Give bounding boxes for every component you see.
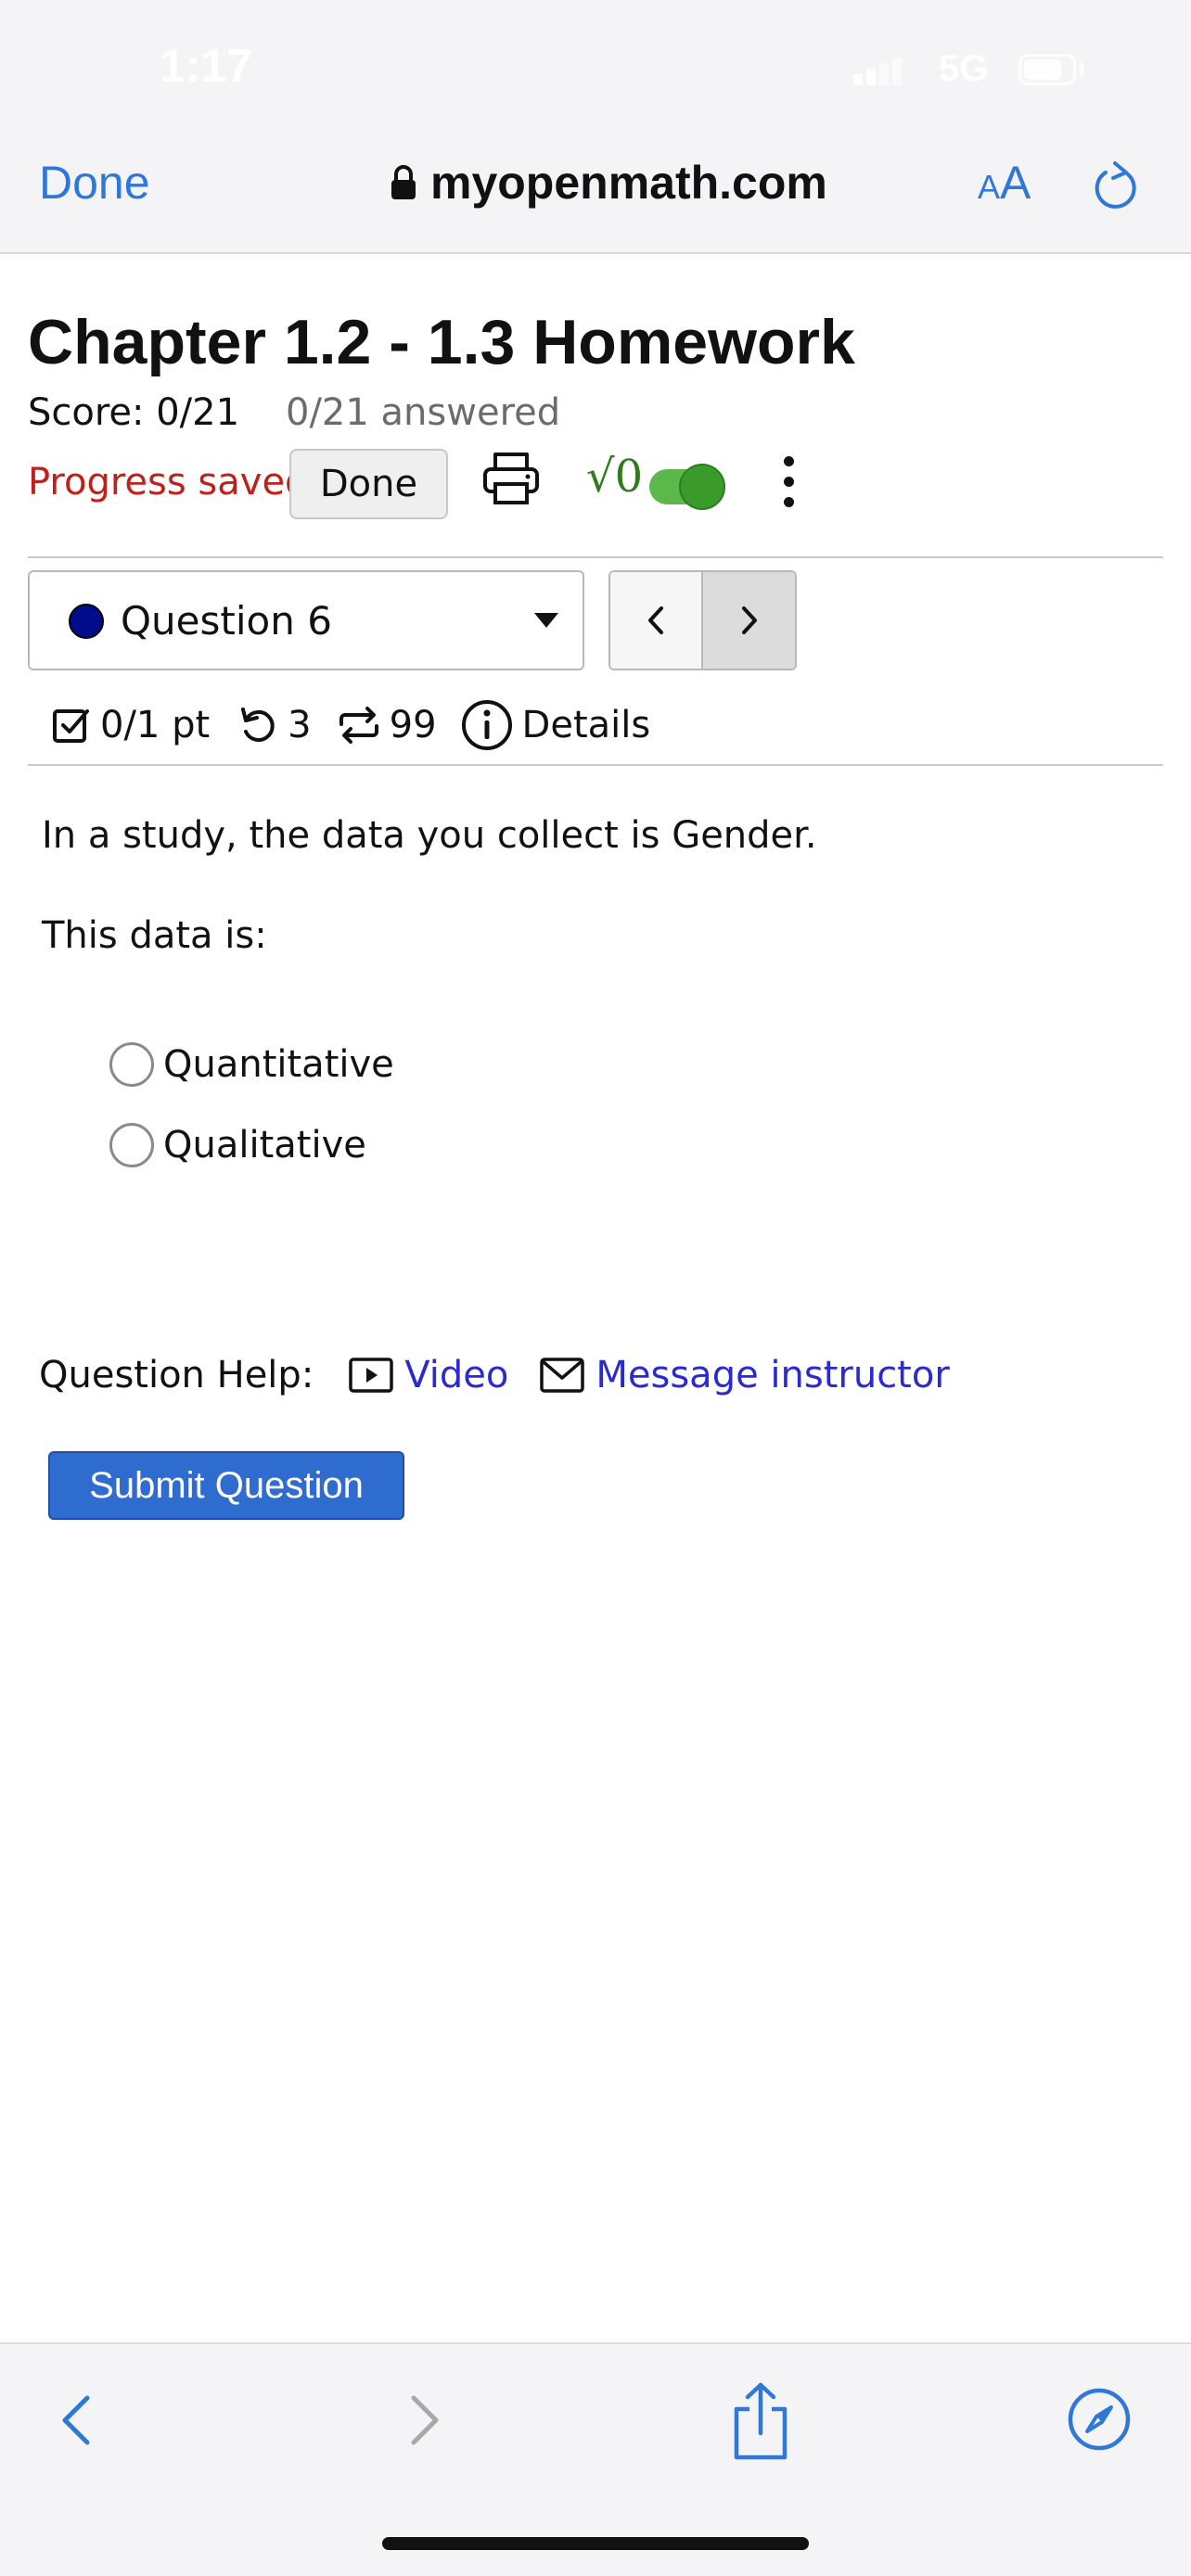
math-display-toggle[interactable] [649, 464, 725, 510]
question-prompt: This data is: [42, 914, 267, 957]
question-text: In a study, the data you collect is Gend… [42, 814, 817, 857]
points-item: 0/1 pt [52, 704, 210, 746]
previous-question-button[interactable] [610, 572, 703, 669]
lock-icon [391, 165, 416, 199]
question-select[interactable]: Question 6 [28, 570, 584, 670]
text-size-large-glyph: A [1000, 157, 1031, 209]
divider [28, 764, 1163, 766]
question-pager [608, 570, 797, 670]
address-bar[interactable]: myopenmath.com [390, 156, 827, 210]
checkbox-icon [53, 709, 89, 743]
home-indicator[interactable] [382, 2537, 809, 2550]
text-size-button[interactable]: AA [978, 156, 1031, 210]
battery-tip [1080, 63, 1084, 76]
browser-done-button[interactable]: Done [39, 156, 150, 210]
radio-button[interactable] [109, 1123, 154, 1167]
video-link-label: Video [404, 1354, 509, 1396]
question-status-dot [69, 604, 104, 639]
reload-icon[interactable] [1091, 158, 1143, 213]
next-question-button[interactable] [703, 572, 795, 669]
text-size-small-glyph: A [978, 168, 1001, 206]
attempts-count: 99 [389, 704, 437, 746]
more-options-icon[interactable] [779, 454, 798, 510]
answer-option[interactable]: Quantitative [109, 1042, 394, 1087]
network-type: 5G [939, 48, 989, 89]
score-text: Score: 0/21 [28, 391, 240, 434]
submit-question-button[interactable]: Submit Question [48, 1451, 404, 1520]
url-text: myopenmath.com [430, 157, 827, 209]
status-bar: 1:17 5G [0, 0, 1191, 139]
message-instructor-link[interactable]: Message instructor [540, 1354, 950, 1396]
chevron-right-icon [741, 606, 757, 634]
answer-option[interactable]: Qualitative [109, 1123, 366, 1167]
question-select-label: Question 6 [121, 598, 332, 644]
retries-item: 3 [237, 704, 312, 746]
progress-status: Progress saved [28, 461, 309, 504]
question-help: Question Help: Video Message instructor [39, 1354, 981, 1396]
answer-option-label: Qualitative [163, 1124, 366, 1167]
retries-count: 3 [288, 704, 312, 746]
answer-option-label: Quantitative [163, 1043, 394, 1086]
battery-icon [1018, 54, 1076, 85]
print-icon[interactable] [482, 451, 540, 506]
video-link[interactable]: Video [349, 1354, 508, 1396]
share-icon[interactable] [729, 2381, 792, 2461]
back-icon[interactable] [58, 2392, 95, 2448]
points-text: 0/1 pt [100, 704, 211, 746]
question-meta: 0/1 pt 3 99 Details [52, 699, 650, 751]
toggle-knob [679, 464, 725, 510]
info-icon [461, 700, 512, 750]
math-display-icon: √0 [586, 451, 644, 503]
page-title: Chapter 1.2 - 1.3 Homework [28, 307, 855, 377]
done-button[interactable]: Done [289, 449, 448, 519]
dropdown-caret-icon [534, 613, 558, 628]
forward-icon[interactable] [406, 2392, 443, 2448]
envelope-icon [540, 1358, 585, 1393]
video-icon [349, 1358, 394, 1393]
browser-top-bar: Done myopenmath.com AA [0, 139, 1191, 254]
answered-count: 0/21 answered [286, 391, 561, 434]
details-label: Details [521, 704, 651, 746]
chevron-left-icon [648, 606, 663, 634]
undo-icon [241, 708, 275, 742]
details-button[interactable]: Details [461, 699, 651, 751]
compass-icon[interactable] [1067, 2387, 1132, 2452]
signal-icon [853, 57, 902, 85]
attempts-item: 99 [338, 704, 437, 746]
radio-button[interactable] [109, 1042, 154, 1087]
repeat-icon [339, 707, 378, 744]
divider [28, 556, 1163, 558]
question-help-label: Question Help: [39, 1354, 314, 1396]
message-instructor-label: Message instructor [596, 1354, 950, 1396]
status-time: 1:17 [160, 40, 253, 92]
